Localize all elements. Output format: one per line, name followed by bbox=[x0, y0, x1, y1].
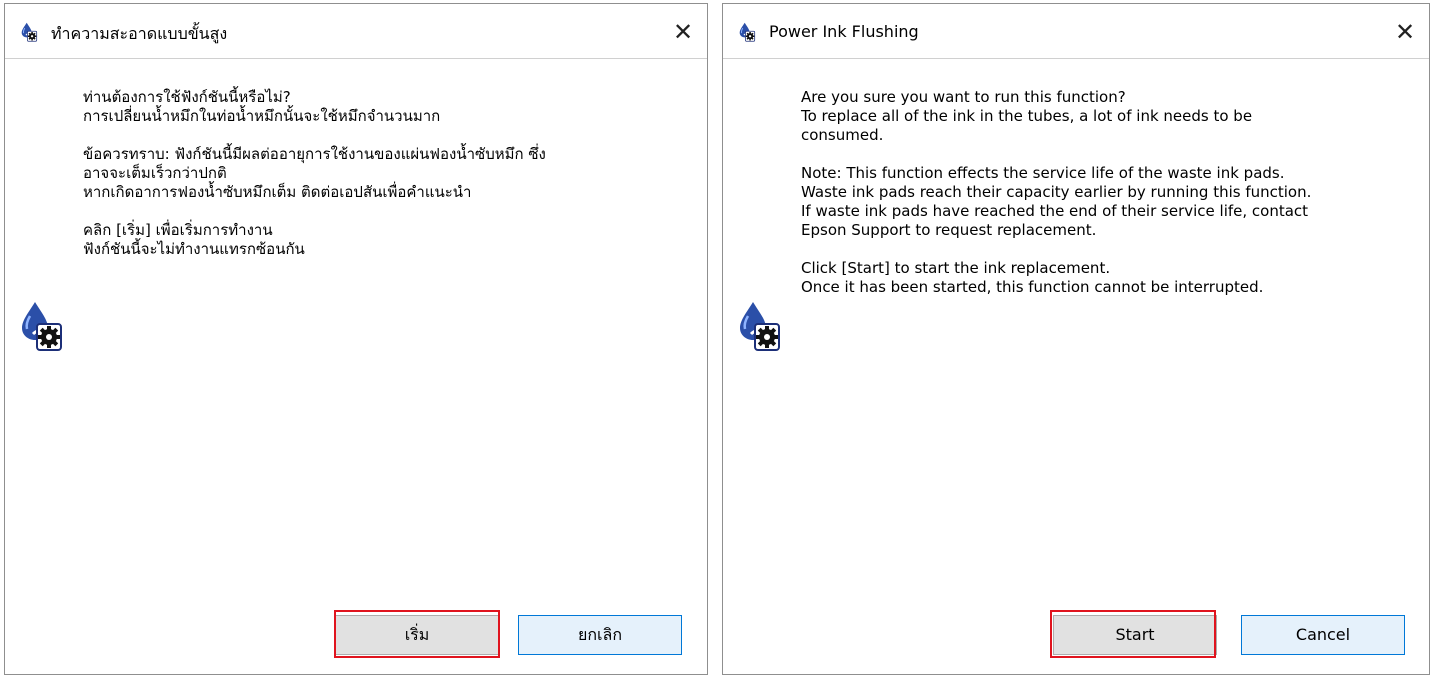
message-line: ข้อควรทราบ: ฟังก์ชันนี้มีผลต่ออายุการใช้… bbox=[83, 145, 546, 163]
message-line: Are you sure you want to run this functi… bbox=[801, 88, 1126, 106]
message-line: หากเกิดอาการฟองน้ำซับหมึกเต็ม ติดต่อเอปส… bbox=[83, 183, 472, 201]
ink-drop-gear-icon bbox=[17, 22, 41, 42]
message-line: ฟังก์ชันนี้จะไม่ทำงานแทรกซ้อนกัน bbox=[83, 240, 305, 258]
cancel-button[interactable]: ยกเลิก bbox=[518, 615, 682, 655]
close-button[interactable]: ✕ bbox=[1387, 14, 1423, 50]
message-line: Note: This function effects the service … bbox=[801, 164, 1285, 182]
message-text: Are you sure you want to run this functi… bbox=[801, 88, 1401, 316]
title-bar: Power Ink Flushing ✕ bbox=[723, 4, 1429, 60]
message-text: ท่านต้องการใช้ฟังก์ชันนี้หรือไม่? การเปล… bbox=[83, 88, 683, 278]
close-button[interactable]: ✕ bbox=[665, 14, 701, 50]
title-separator bbox=[723, 58, 1429, 59]
message-paragraph: Note: This function effects the service … bbox=[801, 164, 1401, 240]
message-paragraph: Click [Start] to start the ink replaceme… bbox=[801, 259, 1401, 297]
ink-drop-gear-icon bbox=[19, 300, 63, 352]
title-bar: ทำความสะอาดแบบขั้นสูง ✕ bbox=[5, 4, 707, 60]
start-button[interactable]: Start bbox=[1053, 615, 1217, 655]
message-line: ท่านต้องการใช้ฟังก์ชันนี้หรือไม่? bbox=[83, 88, 291, 106]
message-line: If waste ink pads have reached the end o… bbox=[801, 202, 1309, 220]
title-separator bbox=[5, 58, 707, 59]
ink-drop-gear-icon bbox=[737, 300, 781, 352]
message-paragraph: คลิก [เริ่ม] เพื่อเริ่มการทำงาน ฟังก์ชัน… bbox=[83, 221, 683, 259]
message-paragraph: Are you sure you want to run this functi… bbox=[801, 88, 1401, 145]
advanced-cleaning-dialog: ทำความสะอาดแบบขั้นสูง ✕ ท่านต้องการใช้ฟั… bbox=[4, 3, 708, 675]
message-line: To replace all of the ink in the tubes, … bbox=[801, 107, 1253, 125]
message-line: การเปลี่ยนน้ำหมึกในท่อน้ำหมึกนั้นจะใช้หม… bbox=[83, 107, 441, 125]
ink-drop-gear-icon bbox=[735, 22, 759, 42]
cancel-button[interactable]: Cancel bbox=[1241, 615, 1405, 655]
start-button[interactable]: เริ่ม bbox=[335, 615, 499, 655]
message-line: อาจจะเต็มเร็วกว่าปกติ bbox=[83, 164, 227, 182]
dialog-title: Power Ink Flushing bbox=[769, 22, 919, 41]
message-line: consumed. bbox=[801, 126, 884, 144]
message-line: Epson Support to request replacement. bbox=[801, 221, 1097, 239]
message-line: คลิก [เริ่ม] เพื่อเริ่มการทำงาน bbox=[83, 221, 273, 239]
dialog-title: ทำความสะอาดแบบขั้นสูง bbox=[51, 24, 228, 43]
power-ink-flushing-dialog: Power Ink Flushing ✕ Are you sure you wa… bbox=[722, 3, 1430, 675]
message-paragraph: ท่านต้องการใช้ฟังก์ชันนี้หรือไม่? การเปล… bbox=[83, 88, 683, 126]
message-paragraph: ข้อควรทราบ: ฟังก์ชันนี้มีผลต่ออายุการใช้… bbox=[83, 145, 683, 202]
message-line: Click [Start] to start the ink replaceme… bbox=[801, 259, 1111, 277]
message-line: Waste ink pads reach their capacity earl… bbox=[801, 183, 1312, 201]
message-line: Once it has been started, this function … bbox=[801, 278, 1264, 296]
